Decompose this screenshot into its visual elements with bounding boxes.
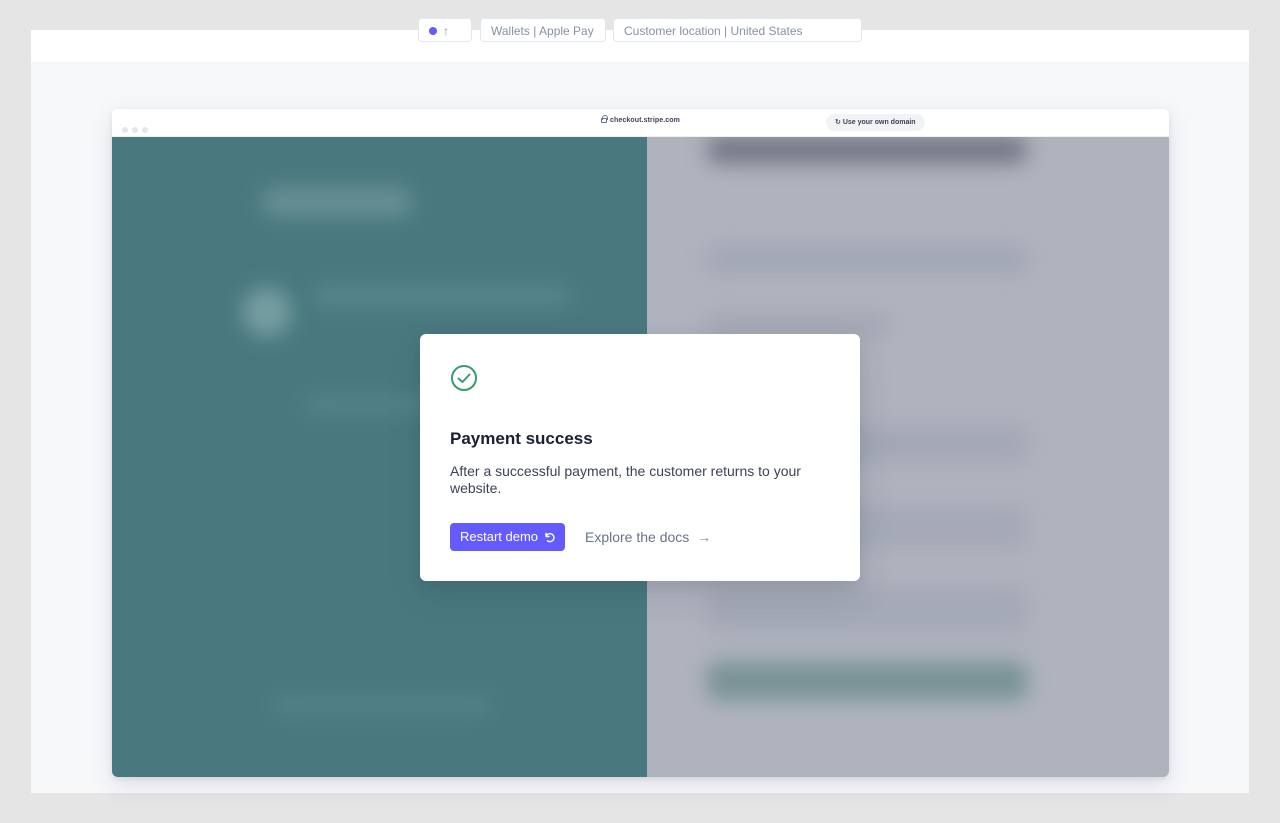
modal-description: After a successful payment, the customer…: [450, 463, 801, 496]
explore-docs-label: Explore the docs: [585, 529, 690, 545]
demo-toolbar: ↑ Wallets | Apple Pay Customer location …: [31, 18, 1249, 62]
explore-docs-link[interactable]: Explore the docs →: [585, 523, 711, 551]
restart-demo-label: Restart demo: [460, 529, 539, 544]
browser-chrome: checkout.stripe.com ↻ Use your own domai…: [112, 109, 1169, 137]
arrow-right-icon: →: [697, 529, 712, 545]
device-toggle[interactable]: ↑: [418, 18, 472, 42]
lock-icon: [601, 115, 608, 123]
refresh-icon: ↻: [835, 119, 841, 126]
customer-location-selector[interactable]: Customer location | United States: [613, 18, 862, 42]
use-own-domain-button[interactable]: ↻ Use your own domain: [826, 114, 925, 131]
device-icon: [429, 27, 437, 35]
address-bar: checkout.stripe.com: [112, 115, 1169, 124]
payment-success-modal: Payment success After a successful payme…: [420, 334, 860, 581]
modal-title: Payment success: [450, 429, 593, 448]
browser-window: checkout.stripe.com ↻ Use your own domai…: [112, 109, 1169, 777]
checkout-page-blurred: Payment success After a successful payme…: [112, 137, 1169, 777]
wallets-selector[interactable]: Wallets | Apple Pay: [480, 18, 606, 42]
restart-demo-button[interactable]: Restart demo: [450, 523, 565, 551]
url-text: checkout.stripe.com: [610, 117, 680, 124]
demo-frame: ↑ Wallets | Apple Pay Customer location …: [31, 18, 1249, 793]
undo-icon: [545, 532, 555, 543]
check-circle-icon: [451, 365, 477, 391]
